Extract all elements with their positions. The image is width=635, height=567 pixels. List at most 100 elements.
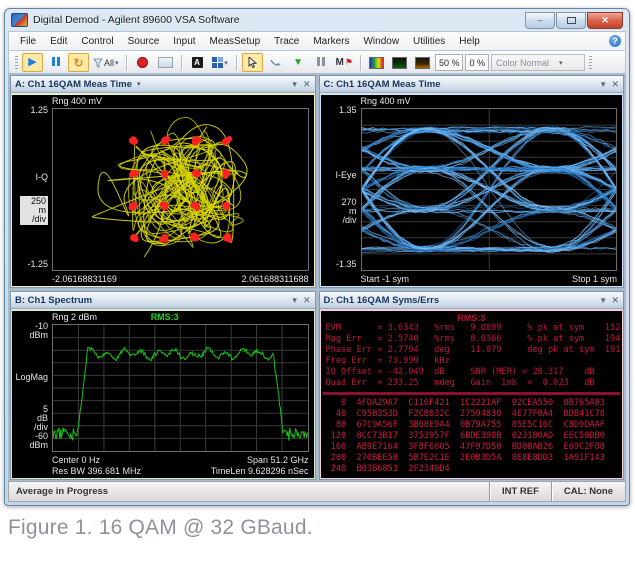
trace-thumbnail-2-button[interactable]	[412, 53, 433, 72]
panel-b-range-label: Rng 2 dBm	[52, 312, 97, 322]
panel-a-title: A: Ch1 16QAM Meas Time	[15, 79, 132, 90]
menu-item-utilities[interactable]: Utilities	[406, 34, 452, 49]
pause-button[interactable]	[45, 53, 66, 72]
menu-item-source[interactable]: Source	[121, 34, 167, 49]
marker-m-label: M	[336, 57, 344, 68]
close-button[interactable]: ✕	[587, 12, 623, 29]
menu-item-window[interactable]: Window	[356, 34, 406, 49]
panel-d-body: RMS:3 EVM = 3.6343 %rms 9.0899 % pk at s…	[320, 309, 624, 479]
divider	[323, 392, 621, 395]
panel-c-start-label: Start -1 sym	[361, 274, 410, 284]
peak-search-button[interactable]: ▼	[288, 53, 309, 72]
menu-item-edit[interactable]: Edit	[43, 34, 74, 49]
panel-c-ymax-label: 1.35	[321, 106, 357, 115]
cal-indicator: CAL: None	[552, 482, 625, 501]
play-icon: ▶	[28, 57, 36, 68]
panel-a-scale-per-div[interactable]: 250 m /div	[20, 196, 48, 225]
trace-thumbnail-icon	[392, 57, 407, 69]
menu-item-markers[interactable]: Markers	[306, 34, 356, 49]
chevron-down-icon: ▾	[559, 59, 563, 67]
window-title: Digital Demod - Agilent 89600 VSA Softwa…	[33, 14, 240, 26]
cursor-arrow-icon	[248, 57, 257, 68]
spectrogram-icon	[369, 57, 384, 69]
menu-item-control[interactable]: Control	[74, 34, 120, 49]
panel-a-ymax-label: 1.25	[12, 106, 48, 115]
band-pause-icon	[316, 57, 326, 69]
error-row-freq-err: Freq Err = 73.999 kHz	[321, 356, 623, 367]
menu-item-help[interactable]: Help	[452, 34, 487, 49]
trace-selector-caret-icon[interactable]: ▾	[137, 80, 141, 88]
overlap-percent-input[interactable]: 50 %	[435, 54, 464, 71]
panel-b-header[interactable]: B: Ch1 Spectrum ▾✕	[11, 292, 315, 309]
position-percent-input[interactable]: 0 %	[465, 54, 489, 71]
panel-d-close-icon[interactable]: ✕	[611, 295, 619, 306]
recording-playback-button[interactable]	[155, 53, 176, 72]
panel-c-header[interactable]: C: Ch1 16QAM Meas Time ▾ ✕	[320, 76, 624, 93]
band-pause-button[interactable]	[311, 53, 332, 72]
figure-caption: Figure 1. 16 QAM @ 32 GBaud.	[8, 516, 313, 540]
panel-b-ymin-label: -60 dBm	[12, 432, 48, 450]
spectrogram-button[interactable]	[366, 53, 387, 72]
panel-c-eye: C: Ch1 16QAM Meas Time ▾ ✕ Rng 400 mV 1.3…	[319, 75, 625, 288]
panel-c-yaxis-label: I-Eye	[321, 171, 357, 180]
record-button[interactable]	[132, 53, 153, 72]
panel-a-header[interactable]: A: Ch1 16QAM Meas Time ▾ ▾ ✕	[11, 76, 315, 93]
panel-a-meas-time: A: Ch1 16QAM Meas Time ▾ ▾✕ Rng 400 mV 1…	[10, 75, 316, 288]
trace-thumbnail-1-button[interactable]	[389, 53, 410, 72]
maximize-icon	[567, 17, 576, 24]
pointer-button[interactable]	[242, 53, 263, 72]
statusbar: Average in Progress INT REF CAL: None	[8, 481, 626, 502]
panel-c-range-label: Rng 400 mV	[361, 96, 411, 106]
panel-b-minimize-icon[interactable]: ▾	[292, 295, 297, 306]
toolbar-separator	[360, 55, 361, 71]
play-button[interactable]: ▶	[22, 53, 43, 72]
menu-item-trace[interactable]: Trace	[267, 34, 306, 49]
panel-c-stop-label: Stop 1 sym	[572, 274, 617, 284]
status-message: Average in Progress	[9, 486, 108, 497]
panel-d-header[interactable]: D: Ch1 16QAM Syms/Errs ▾ ✕	[320, 292, 624, 309]
help-icon[interactable]: ?	[609, 35, 621, 47]
error-row-phase-err: Phase Err = 2.7794 deg 11.079 deg pk at …	[321, 345, 623, 356]
panel-a-minimize-icon[interactable]: ▾	[292, 79, 297, 90]
restart-button[interactable]: ↻	[68, 53, 89, 72]
titlebar[interactable]: Digital Demod - Agilent 89600 VSA Softwa…	[5, 9, 629, 31]
color-mode-value: Color Normal	[496, 58, 549, 68]
toolbar-separator	[236, 55, 237, 71]
panel-d-rms-label: RMS:3	[321, 313, 623, 323]
panel-c-ymin-label: -1.35	[321, 260, 357, 269]
panel-c-body: Rng 400 mV 1.35 I-Eye 270 m /div -1.35 S…	[320, 93, 624, 287]
menu-item-input[interactable]: Input	[166, 34, 202, 49]
panel-d-minimize-icon[interactable]: ▾	[601, 295, 606, 306]
panel-c-title: C: Ch1 16QAM Meas Time	[324, 79, 441, 90]
flag-icon: ⚑	[345, 57, 353, 68]
marker-move-button[interactable]	[265, 53, 286, 72]
layout-button[interactable]: ▾	[210, 53, 231, 72]
panel-b-timelen-label: TimeLen 9.628296 nSec	[211, 466, 309, 476]
marker-button[interactable]: M ⚑	[334, 53, 355, 72]
menu-item-file[interactable]: File	[13, 34, 43, 49]
color-mode-select[interactable]: Color Normal ▾	[491, 54, 585, 71]
autoscale-button[interactable]: A	[187, 53, 208, 72]
funnel-icon	[93, 58, 103, 68]
panel-d-syms-errs: D: Ch1 16QAM Syms/Errs ▾ ✕ RMS:3 EVM = 3.…	[319, 291, 625, 480]
panel-b-close-icon[interactable]: ✕	[303, 295, 311, 306]
panel-c-close-icon[interactable]: ✕	[611, 79, 619, 90]
panel-a-ymin-label: -1.25	[12, 260, 48, 269]
menubar: FileEditControlSourceInputMeasSetupTrace…	[8, 31, 626, 50]
constellation-plot[interactable]	[52, 108, 309, 271]
panel-d-title: D: Ch1 16QAM Syms/Errs	[324, 295, 440, 306]
symbol-row: 120 8CC73B17 3753957F 6BDE398B 023180AD …	[321, 431, 623, 442]
panel-b-body: Rng 2 dBm RMS:3 -10 dBm LogMag 5 dB /div…	[11, 309, 315, 479]
minimize-button[interactable]: –	[525, 12, 555, 29]
error-summary-table: EVM = 3.6343 %rms 9.0899 % pk at sym 152…	[321, 323, 623, 389]
menu-item-meassetup[interactable]: MeasSetup	[203, 34, 268, 49]
spectrum-plot[interactable]	[52, 324, 309, 452]
panel-c-scale-per-div: 270 m /div	[321, 198, 357, 225]
maximize-button[interactable]	[556, 12, 586, 29]
panel-c-minimize-icon[interactable]: ▾	[601, 79, 606, 90]
panel-b-center-label: Center 0 Hz	[52, 455, 100, 465]
eye-diagram-plot[interactable]	[361, 108, 618, 271]
panel-a-close-icon[interactable]: ✕	[303, 79, 311, 90]
restart-icon: ↻	[73, 57, 83, 69]
measurement-filter-button[interactable]: All ▾	[91, 53, 121, 72]
